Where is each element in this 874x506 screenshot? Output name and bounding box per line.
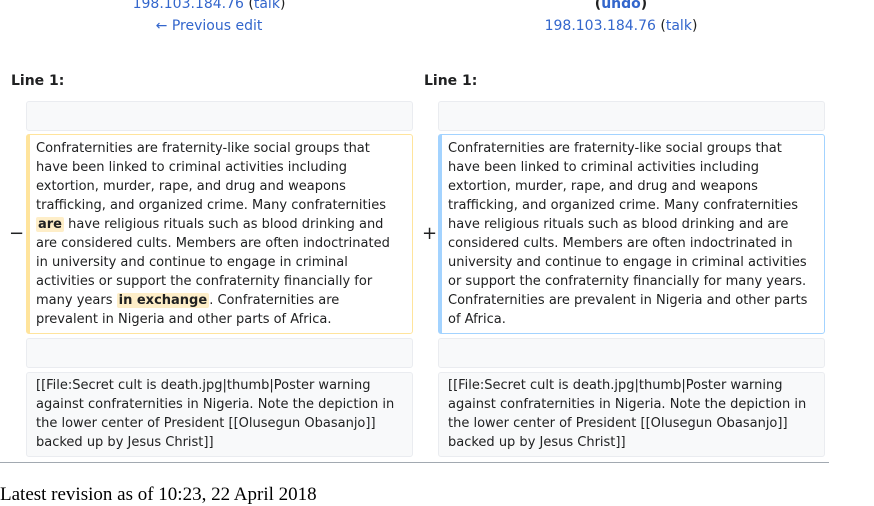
deleted-text-block: Confraternities are fraternity-like soci… <box>26 134 413 334</box>
left-empty-context-top <box>26 101 413 131</box>
left-talk-link[interactable]: talk <box>254 0 280 12</box>
left-context-file-line: [[File:Secret cult is death.jpg|thumb|Po… <box>26 372 413 457</box>
added-text-block: Confraternities are fraternity-like soci… <box>438 134 825 334</box>
left-paren-close: ) <box>279 0 286 12</box>
left-user-link[interactable]: 198.103.184.76 <box>133 0 244 12</box>
right-revision-user-line: 198.103.184.76 (talk) <box>412 16 830 36</box>
new-text: Confraternities are fraternity-like soci… <box>448 141 808 327</box>
removed-words-in-exchange: in exchange <box>116 293 210 308</box>
right-empty-context-top <box>438 101 825 131</box>
right-paren-close: ) <box>691 18 698 34</box>
undo-link[interactable]: undo <box>601 0 641 12</box>
undo-paren-close: ) <box>640 0 648 12</box>
old-text-part-1: Confraternities are fraternity-like soci… <box>36 141 387 213</box>
left-revision-user-line: 198.103.184.76 (talk) <box>0 0 418 14</box>
added-line-marker: + <box>422 223 438 244</box>
deleted-line-marker: − <box>9 223 25 244</box>
right-context-file-line: [[File:Secret cult is death.jpg|thumb|Po… <box>438 372 825 457</box>
latest-revision-heading: Latest revision as of 10:23, 22 April 20… <box>0 484 317 505</box>
previous-edit-line: ← Previous edit <box>0 16 418 36</box>
right-talk-link[interactable]: talk <box>666 18 692 34</box>
left-line-number: Line 1: <box>11 73 65 89</box>
right-user-link[interactable]: 198.103.184.76 <box>545 18 656 34</box>
right-empty-context-middle <box>438 338 825 368</box>
previous-edit-link[interactable]: ← Previous edit <box>156 18 263 34</box>
undo-line: (undo) <box>412 0 830 14</box>
removed-word-are: are <box>36 217 65 232</box>
diff-divider <box>0 462 829 463</box>
left-empty-context-middle <box>26 338 413 368</box>
right-line-number: Line 1: <box>424 73 478 89</box>
